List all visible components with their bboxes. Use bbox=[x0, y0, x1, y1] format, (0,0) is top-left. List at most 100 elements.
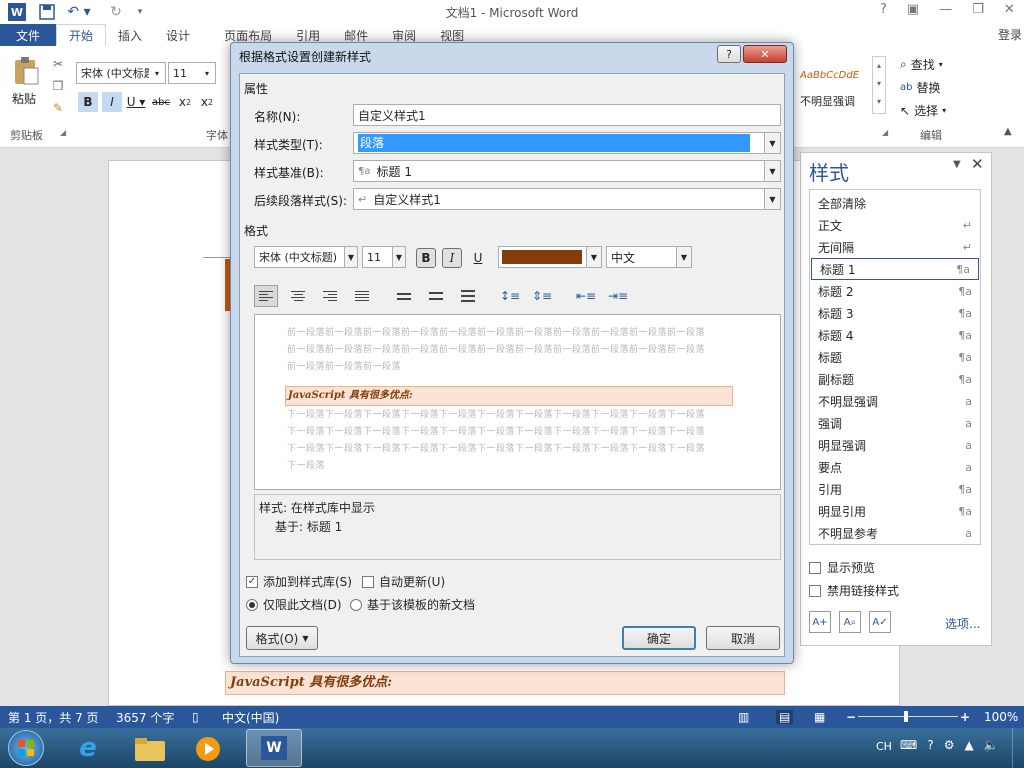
justify-button[interactable] bbox=[350, 285, 374, 307]
style-list-item[interactable]: 引用 ¶a bbox=[810, 478, 980, 500]
style-list-item[interactable]: 不明显强调 a bbox=[810, 390, 980, 412]
add-to-gallery-row[interactable]: ✓ 添加到样式库(S) bbox=[246, 573, 352, 590]
zoom-slider-thumb[interactable] bbox=[904, 711, 908, 722]
select-button[interactable]: ↖ 选择 ▾ bbox=[900, 102, 946, 119]
print-layout-icon[interactable]: ▤ bbox=[776, 710, 794, 724]
word-count[interactable]: 3657 个字 bbox=[116, 709, 174, 726]
style-list-item[interactable]: 强调 a bbox=[810, 412, 980, 434]
ime-indicator[interactable]: CH bbox=[876, 740, 892, 753]
close-icon[interactable]: ✕ bbox=[1004, 2, 1015, 17]
word-taskbar-icon[interactable]: W bbox=[246, 729, 302, 767]
bold-icon[interactable]: B bbox=[78, 92, 98, 112]
format-painter-icon[interactable]: ✎ bbox=[50, 100, 66, 116]
new-style-icon[interactable]: A+ bbox=[809, 611, 831, 633]
chevron-down-icon[interactable]: ▾ bbox=[199, 63, 215, 83]
chevron-down-icon[interactable]: ▼ bbox=[392, 247, 405, 267]
increase-indent-button[interactable]: ⇥≡ bbox=[606, 285, 630, 307]
customize-qat-icon[interactable]: ▾ bbox=[134, 3, 146, 21]
font-color-select[interactable]: ▼ bbox=[498, 246, 602, 268]
next-select[interactable]: ↵ 自定义样式1 ▼ bbox=[353, 188, 781, 210]
chevron-down-icon[interactable]: ▼ bbox=[764, 133, 780, 153]
cut-icon[interactable]: ✂ bbox=[50, 56, 66, 72]
new-template-radio[interactable] bbox=[350, 598, 362, 611]
disable-linked-checkbox[interactable] bbox=[809, 584, 821, 597]
manage-styles-icon[interactable]: A✓ bbox=[869, 611, 891, 633]
ribbon-font-size[interactable]: 11 ▾ bbox=[168, 62, 216, 84]
style-list-item[interactable]: 要点 a bbox=[810, 456, 980, 478]
style-list-item[interactable]: 标题 1 ¶a bbox=[811, 258, 979, 280]
chevron-down-icon[interactable]: ▼ bbox=[764, 161, 780, 181]
styles-launcher-icon[interactable]: ◢ bbox=[882, 128, 888, 137]
find-button[interactable]: ⌕ 查找 ▾ bbox=[900, 56, 943, 73]
name-input[interactable]: 自定义样式1 bbox=[353, 104, 781, 126]
ribbon-font-name[interactable]: 宋体 (中文标题 ▾ bbox=[76, 62, 166, 84]
cancel-button[interactable]: 取消 bbox=[706, 626, 780, 650]
underline-icon[interactable]: U ▾ bbox=[126, 92, 146, 112]
italic-icon[interactable]: I bbox=[102, 92, 122, 112]
style-list-item[interactable]: 标题 4 ¶a bbox=[810, 324, 980, 346]
ime-help-icon[interactable]: ? bbox=[927, 738, 933, 752]
help-icon[interactable]: ? bbox=[880, 2, 887, 17]
collapse-ribbon-icon[interactable]: ▲ bbox=[1004, 126, 1012, 137]
style-list-item[interactable]: 正文 ↵ bbox=[810, 214, 980, 236]
style-list-item[interactable]: 全部清除 bbox=[810, 192, 980, 214]
subscript-icon[interactable]: x2 bbox=[176, 92, 194, 112]
language[interactable]: 中文(中国) bbox=[222, 709, 279, 726]
gallery-scroll[interactable]: ▴ ▾ ▾ bbox=[872, 56, 886, 114]
font-select[interactable]: 宋体 (中文标题) ▼ bbox=[254, 246, 358, 268]
style-list-item[interactable]: 明显引用 ¶a bbox=[810, 500, 980, 522]
increase-spacing-before-button[interactable]: ↕≡ bbox=[498, 285, 522, 307]
zoom-out-icon[interactable]: − bbox=[846, 710, 856, 724]
zoom-slider[interactable] bbox=[858, 716, 958, 717]
chevron-down-icon[interactable]: ▾ bbox=[149, 63, 165, 83]
tab-file[interactable]: 文件 bbox=[0, 24, 57, 46]
show-desktop-button[interactable] bbox=[1012, 728, 1024, 768]
underline-button[interactable]: U bbox=[468, 248, 488, 268]
style-list-item[interactable]: 不明显参考 a bbox=[810, 522, 980, 544]
pane-close-icon[interactable]: ✕ bbox=[971, 155, 984, 173]
minimize-icon[interactable]: — bbox=[939, 2, 952, 17]
replace-button[interactable]: ab 替换 bbox=[900, 79, 941, 96]
style-list-item[interactable]: 标题 3 ¶a bbox=[810, 302, 980, 324]
chevron-down-icon[interactable]: ▼ bbox=[586, 247, 601, 267]
size-select[interactable]: 11 ▼ bbox=[362, 246, 406, 268]
style-list-item[interactable]: 明显强调 a bbox=[810, 434, 980, 456]
format-menu-button[interactable]: 格式(O) ▼ bbox=[246, 626, 318, 650]
read-mode-icon[interactable]: ▥ bbox=[738, 710, 749, 724]
align-left-button[interactable] bbox=[254, 285, 278, 307]
strikethrough-icon[interactable]: abc bbox=[150, 92, 172, 112]
bold-button[interactable]: B bbox=[416, 248, 436, 268]
chevron-down-icon[interactable]: ▼ bbox=[764, 189, 780, 209]
clipboard-launcher-icon[interactable]: ◢ bbox=[60, 128, 66, 137]
copy-icon[interactable]: ❐ bbox=[50, 78, 66, 94]
decrease-spacing-button[interactable]: ⇕≡ bbox=[530, 285, 554, 307]
volume-icon[interactable]: 🔈 bbox=[984, 738, 999, 752]
page-count[interactable]: 第 1 页，共 7 页 bbox=[8, 709, 99, 726]
zoom-level[interactable]: 100% bbox=[984, 710, 1018, 724]
auto-update-row[interactable]: 自动更新(U) bbox=[362, 573, 445, 590]
undo-icon[interactable]: ↶ ▾ bbox=[66, 3, 92, 21]
italic-button[interactable]: I bbox=[442, 248, 462, 268]
type-select[interactable]: 段落 ▼ bbox=[353, 132, 781, 154]
only-this-doc-radio[interactable] bbox=[246, 598, 258, 611]
show-preview-checkbox[interactable] bbox=[809, 561, 821, 574]
tray-expand-icon[interactable]: ▲ bbox=[964, 738, 973, 752]
single-spacing-button[interactable] bbox=[392, 285, 416, 307]
restore-icon[interactable]: ❐ bbox=[972, 2, 984, 17]
redo-icon[interactable]: ↻ bbox=[106, 3, 126, 21]
auto-update-checkbox[interactable] bbox=[362, 575, 374, 588]
tab-insert[interactable]: 插入 bbox=[106, 24, 154, 46]
style-list-item[interactable]: 无间隔 ↵ bbox=[810, 236, 980, 258]
ok-button[interactable]: 确定 bbox=[622, 626, 696, 650]
new-template-row[interactable]: 基于该模板的新文档 bbox=[350, 596, 475, 613]
align-center-button[interactable] bbox=[286, 285, 310, 307]
style-inspector-icon[interactable]: A⌕ bbox=[839, 611, 861, 633]
pane-options-icon[interactable]: ▼ bbox=[953, 159, 961, 170]
style-list-item[interactable]: 标题 ¶a bbox=[810, 346, 980, 368]
dialog-close-button[interactable]: ✕ bbox=[743, 45, 787, 63]
tab-design[interactable]: 设计 bbox=[154, 24, 202, 46]
style-list-item[interactable]: 副标题 ¶a bbox=[810, 368, 980, 390]
chevron-down-icon[interactable]: ▼ bbox=[344, 247, 357, 267]
save-icon[interactable] bbox=[38, 3, 56, 21]
superscript-icon[interactable]: x2 bbox=[198, 92, 216, 112]
